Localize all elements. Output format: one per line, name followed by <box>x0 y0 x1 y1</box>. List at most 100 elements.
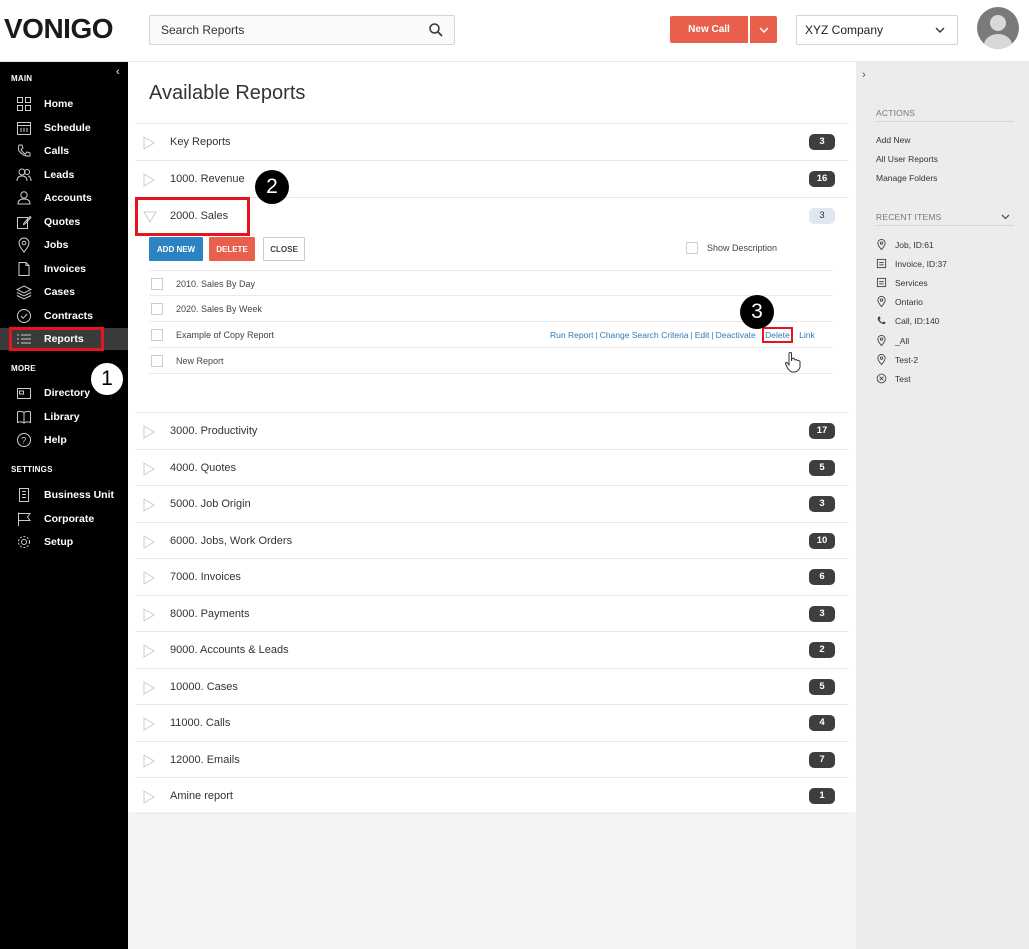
sidebar-item-label: Accounts <box>44 192 92 204</box>
recent-item[interactable]: Services <box>876 277 928 288</box>
sidebar-item-jobs[interactable]: Jobs <box>0 234 128 256</box>
action-all-user-reports[interactable]: All User Reports <box>876 154 938 164</box>
report-checkbox[interactable] <box>151 329 163 341</box>
report-name[interactable]: New Report <box>176 356 224 366</box>
category-row[interactable]: 8000. Payments 3 <box>135 595 849 632</box>
expand-triangle-icon <box>143 136 155 150</box>
sidebar-item-label: Corporate <box>44 513 95 525</box>
step-badge: 1 <box>90 362 124 396</box>
category-count-badge: 16 <box>809 171 835 187</box>
recent-item-label: Test-2 <box>895 354 919 365</box>
category-row[interactable]: 4000. Quotes 5 <box>135 449 849 486</box>
edit-link[interactable]: Edit <box>695 330 710 340</box>
deactivate-link[interactable]: Deactivate <box>716 330 756 340</box>
report-name[interactable]: 2010. Sales By Day <box>176 279 255 289</box>
search-input[interactable] <box>150 16 410 44</box>
new-call-button[interactable]: New Call <box>670 16 748 43</box>
report-row[interactable]: 2010. Sales By Day <box>149 270 833 296</box>
company-select[interactable]: XYZ Company <box>796 15 958 45</box>
report-row[interactable]: Example of Copy Report Run Report | Change… <box>149 322 833 348</box>
report-name[interactable]: Example of Copy Report <box>176 330 274 340</box>
category-row[interactable]: 5000. Job Origin 3 <box>135 485 849 522</box>
sidebar-item-help[interactable]: ? Help <box>0 429 128 451</box>
category-row[interactable]: Key Reports 3 <box>135 123 849 160</box>
show-description-toggle[interactable]: Show Description <box>686 242 777 254</box>
sidebar-item-contracts[interactable]: Contracts <box>0 305 128 327</box>
sidebar-item-label: Leads <box>44 169 75 181</box>
report-row[interactable]: New Report <box>149 348 833 374</box>
sidebar-item-calls[interactable]: Calls <box>0 140 128 162</box>
sidebar-item-home[interactable]: Home <box>0 93 128 115</box>
recent-item[interactable]: Test-2 <box>876 354 918 365</box>
report-name[interactable]: 2020. Sales By Week <box>176 304 262 314</box>
sidebar-item-accounts[interactable]: Accounts <box>0 187 128 209</box>
recent-item[interactable]: Job, ID:61 <box>876 239 934 250</box>
sidebar-item-invoices[interactable]: Invoices <box>0 258 128 280</box>
book-icon <box>17 410 31 424</box>
change-search-criteria-link[interactable]: Change Search Criteria <box>600 330 689 340</box>
user-silhouette-icon <box>984 15 1012 49</box>
recent-item-label: _All <box>895 335 910 346</box>
sidebar-item-setup[interactable]: Setup <box>0 531 128 553</box>
sidebar-item-cases[interactable]: Cases <box>0 281 128 303</box>
sidebar-item-corporate[interactable]: Corporate <box>0 508 128 530</box>
sidebar-item-schedule[interactable]: Schedule <box>0 117 128 139</box>
recent-item[interactable]: Test <box>876 373 911 384</box>
right-panel-collapse-icon[interactable]: › <box>862 69 866 81</box>
category-row[interactable]: 3000. Productivity 17 <box>135 412 849 449</box>
search-box[interactable] <box>149 15 455 45</box>
category-row[interactable]: 9000. Accounts & Leads 2 <box>135 631 849 668</box>
category-row[interactable]: 11000. Calls 4 <box>135 704 849 741</box>
report-checkbox[interactable] <box>151 278 163 290</box>
report-row[interactable]: 2020. Sales By Week <box>149 296 833 322</box>
category-count-badge: 17 <box>809 423 835 439</box>
delete-button[interactable]: DELETE <box>209 237 255 261</box>
action-add-new[interactable]: Add New <box>876 135 911 145</box>
category-name: 4000. Quotes <box>170 462 237 474</box>
run-report-link[interactable]: Run Report <box>550 330 593 340</box>
document-icon <box>876 277 887 288</box>
delete-link[interactable]: Delete <box>762 327 793 343</box>
recent-item[interactable]: _All <box>876 335 909 346</box>
sidebar-item-leads[interactable]: Leads <box>0 164 128 186</box>
main-area: Available Reports Key Reports 3 1000. Re… <box>128 62 856 949</box>
recent-items-heading[interactable]: RECENT ITEMS <box>876 212 1014 226</box>
sidebar-item-business-unit[interactable]: Business Unit <box>0 484 128 506</box>
category-row[interactable]: 10000. Cases 5 <box>135 668 849 705</box>
close-button[interactable]: CLOSE <box>263 237 305 261</box>
report-checkbox[interactable] <box>151 303 163 315</box>
expand-triangle-icon <box>143 173 155 187</box>
sidebar-item-library[interactable]: Library <box>0 406 128 428</box>
sidebar-item-quotes[interactable]: Quotes <box>0 211 128 233</box>
search-icon[interactable] <box>428 22 444 38</box>
recent-item[interactable]: Call, ID:140 <box>876 315 939 326</box>
category-row[interactable]: Amine report 1 <box>135 777 849 814</box>
add-new-button[interactable]: ADD NEW <box>149 237 203 261</box>
help-icon: ? <box>17 433 31 447</box>
sidebar-collapse-icon[interactable]: ‹ <box>116 66 120 78</box>
expand-triangle-icon <box>143 644 155 658</box>
category-row[interactable]: 1000. Revenue 16 <box>135 160 849 197</box>
recent-item[interactable]: Ontario <box>876 296 923 307</box>
expand-triangle-icon <box>143 498 155 512</box>
vonigo-logo[interactable]: VONIGO <box>4 13 114 45</box>
recent-item[interactable]: Invoice, ID:37 <box>876 258 947 269</box>
recent-item-label: Job, ID:61 <box>895 239 934 250</box>
report-checkbox[interactable] <box>151 355 163 367</box>
sidebar-item-label: Business Unit <box>44 489 115 501</box>
category-name: 9000. Accounts & Leads <box>170 644 289 656</box>
action-manage-folders[interactable]: Manage Folders <box>876 173 937 183</box>
link-link[interactable]: Link <box>799 330 815 340</box>
show-description-checkbox[interactable] <box>686 242 698 254</box>
cog-icon <box>18 536 30 548</box>
sidebar-item-label: Schedule <box>44 122 91 134</box>
sidebar-item-label: Jobs <box>44 239 69 251</box>
new-call-dropdown-button[interactable] <box>750 16 777 43</box>
user-avatar[interactable] <box>977 7 1019 49</box>
expand-triangle-icon <box>143 608 155 622</box>
recent-item-label: Invoice, ID:37 <box>895 258 947 269</box>
category-row[interactable]: 6000. Jobs, Work Orders 10 <box>135 522 849 559</box>
location-pin-icon <box>877 239 886 250</box>
category-row[interactable]: 12000. Emails 7 <box>135 741 849 778</box>
category-row[interactable]: 7000. Invoices 6 <box>135 558 849 595</box>
